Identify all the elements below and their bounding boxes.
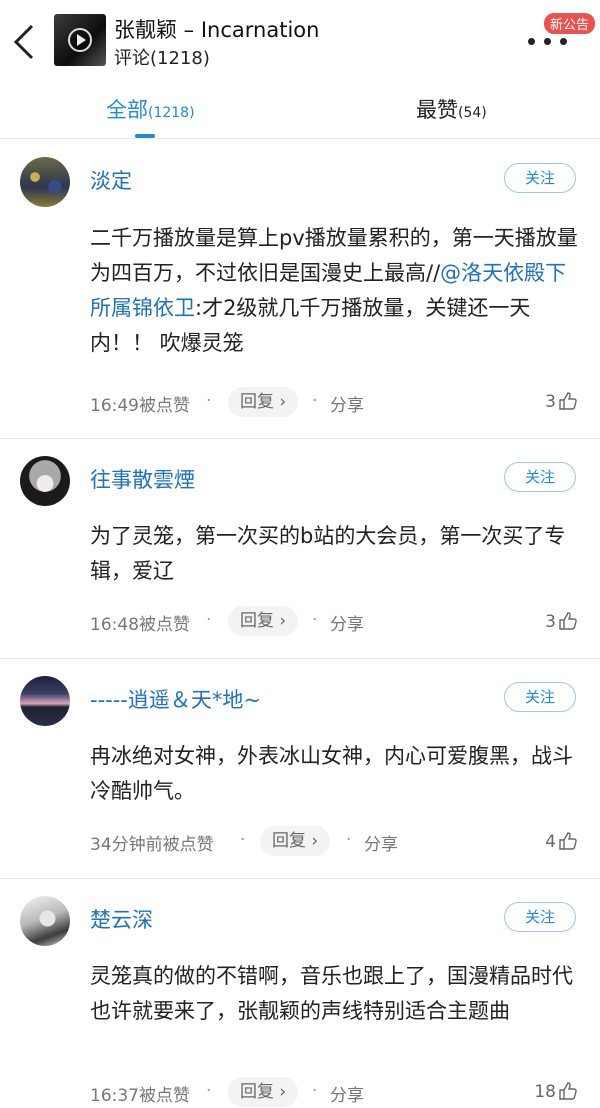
comment-count-title: 评论(1218) bbox=[114, 48, 210, 69]
separator-dot: · bbox=[312, 1081, 318, 1101]
new-announcement-badge[interactable]: 新公告 bbox=[544, 13, 596, 34]
like-button[interactable]: 4 bbox=[545, 831, 578, 852]
share-button[interactable]: 分享 bbox=[330, 391, 364, 416]
comment-item: 往事散雲煙 关注 为了灵笼，第一次买的b站的大会员，第一次买了专辑，爱辽 16:… bbox=[0, 438, 600, 659]
avatar[interactable] bbox=[20, 676, 70, 726]
more-dots-icon[interactable] bbox=[526, 34, 568, 48]
thumbs-up-icon bbox=[559, 612, 577, 630]
reply-button[interactable]: 回复 › bbox=[228, 387, 299, 417]
comment-tabs: 全部(1218) 最赞(54) bbox=[0, 80, 600, 139]
comment-text: 二千万播放量是算上pv播放量累积的，第一天播放量为四百万，不过依旧是国漫史上最高… bbox=[90, 221, 580, 361]
active-tab-indicator bbox=[135, 134, 155, 138]
tab-all-count: (1218) bbox=[148, 105, 195, 121]
separator-dot: · bbox=[206, 391, 212, 411]
thumbs-up-icon bbox=[559, 832, 577, 850]
tab-top-label: 最赞 bbox=[416, 98, 458, 122]
song-title: 张靓颖 – Incarnation bbox=[114, 18, 320, 42]
username[interactable]: 往事散雲煙 bbox=[90, 464, 195, 494]
separator-dot: · bbox=[206, 610, 212, 630]
like-time: 16:49被点赞 bbox=[90, 396, 190, 416]
separator-dot: · bbox=[346, 830, 352, 850]
like-count: 3 bbox=[545, 612, 556, 632]
tab-top-count: (54) bbox=[458, 105, 487, 121]
thumbs-up-icon bbox=[559, 1082, 577, 1100]
back-arrow-icon[interactable] bbox=[10, 22, 40, 62]
username[interactable]: -----逍遥＆天*地~ bbox=[90, 684, 261, 714]
follow-button[interactable]: 关注 bbox=[504, 462, 576, 492]
share-button[interactable]: 分享 bbox=[330, 610, 364, 635]
username[interactable]: 淡定 bbox=[90, 165, 132, 195]
song-cover-thumbnail[interactable] bbox=[54, 14, 106, 66]
follow-button[interactable]: 关注 bbox=[504, 682, 576, 712]
like-count: 3 bbox=[545, 392, 556, 412]
tab-top-liked[interactable]: 最赞(54) bbox=[416, 94, 487, 124]
reply-button[interactable]: 回复 › bbox=[228, 606, 299, 636]
separator-dot: · bbox=[312, 391, 318, 411]
avatar[interactable] bbox=[20, 896, 70, 946]
comment-item: 楚云深 关注 灵笼真的做的不错啊，音乐也跟上了，国漫精品时代也许就要来了，张靓颖… bbox=[0, 878, 600, 1108]
like-button[interactable]: 18 bbox=[534, 1081, 578, 1102]
follow-button[interactable]: 关注 bbox=[504, 163, 576, 193]
comment-text: 冉冰绝对女神，外表冰山女神，内心可爱腹黑，战斗冷酷帅气。 bbox=[90, 744, 573, 803]
like-time: 16:37被点赞 bbox=[90, 1086, 190, 1106]
comment-text: 为了灵笼，第一次买的b站的大会员，第一次买了专辑，爱辽 bbox=[90, 524, 566, 583]
comment-meta: 16:49被点赞 · 回复 › · 分享 bbox=[90, 387, 390, 417]
thumbs-up-icon bbox=[559, 392, 577, 410]
comment-item: 淡定 关注 二千万播放量是算上pv播放量累积的，第一天播放量为四百万，不过依旧是… bbox=[0, 139, 600, 439]
like-time: 34分钟前被点赞 bbox=[90, 835, 214, 855]
separator-dot: · bbox=[312, 610, 318, 630]
top-bar: 张靓颖 – Incarnation 评论(1218) 新公告 bbox=[0, 0, 600, 80]
share-button[interactable]: 分享 bbox=[364, 830, 398, 855]
follow-button[interactable]: 关注 bbox=[504, 902, 576, 932]
like-button[interactable]: 3 bbox=[545, 391, 578, 412]
play-icon bbox=[77, 34, 86, 46]
like-count: 4 bbox=[545, 832, 556, 852]
like-count: 18 bbox=[534, 1082, 556, 1102]
username[interactable]: 楚云深 bbox=[90, 904, 153, 934]
like-time: 16:48被点赞 bbox=[90, 615, 190, 635]
avatar[interactable] bbox=[20, 157, 70, 207]
separator-dot: · bbox=[240, 830, 246, 850]
like-button[interactable]: 3 bbox=[545, 611, 578, 632]
comment-meta: 16:37被点赞 · 回复 › · 分享 bbox=[90, 1077, 390, 1107]
avatar[interactable] bbox=[20, 456, 70, 506]
reply-button[interactable]: 回复 › bbox=[228, 1077, 299, 1107]
reply-button[interactable]: 回复 › bbox=[260, 826, 331, 856]
share-button[interactable]: 分享 bbox=[330, 1081, 364, 1106]
tab-all-label: 全部 bbox=[106, 98, 148, 122]
comment-item: -----逍遥＆天*地~ 关注 冉冰绝对女神，外表冰山女神，内心可爱腹黑，战斗冷… bbox=[0, 658, 600, 879]
comment-meta: 16:48被点赞 · 回复 › · 分享 bbox=[90, 606, 390, 636]
tab-all[interactable]: 全部(1218) bbox=[106, 94, 195, 124]
comment-meta: 34分钟前被点赞 · 回复 › · 分享 bbox=[90, 826, 420, 856]
comment-text: 灵笼真的做的不错啊，音乐也跟上了，国漫精品时代也许就要来了，张靓颖的声线特别适合… bbox=[90, 964, 573, 1023]
separator-dot: · bbox=[206, 1081, 212, 1101]
